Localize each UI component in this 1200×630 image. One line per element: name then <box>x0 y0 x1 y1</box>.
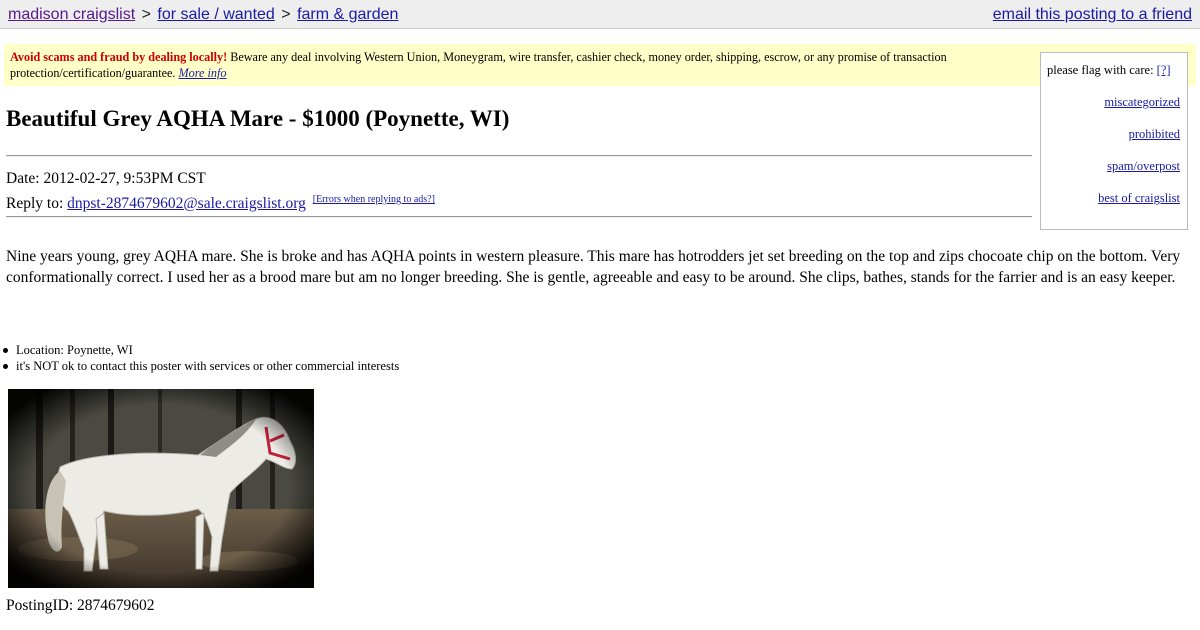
posting-notes: Location: Poynette, WI it's NOT ok to co… <box>3 342 400 374</box>
divider <box>6 216 1032 218</box>
email-posting-link[interactable]: email this posting to a friend <box>993 0 1192 29</box>
posting-id: PostingID: 2874679602 <box>6 597 155 614</box>
horse-photo-image <box>8 389 314 588</box>
flag-prohibited-link[interactable]: prohibited <box>1129 127 1180 141</box>
divider <box>6 155 1032 157</box>
breadcrumb: madison craigslist > for sale / wanted >… <box>8 0 398 29</box>
breadcrumb-separator: > <box>141 6 151 23</box>
posting-title: Beautiful Grey AQHA Mare - $1000 (Poynet… <box>6 106 510 131</box>
contact-policy-note: it's NOT ok to contact this poster with … <box>16 359 400 373</box>
scam-warning-heading: Avoid scams and fraud by dealing locally… <box>10 50 228 64</box>
top-nav-bar: madison craigslist > for sale / wanted >… <box>0 0 1200 29</box>
posting-date: Date: 2012-02-27, 9:53PM CST <box>6 170 206 187</box>
flag-best-of-link[interactable]: best of craigslist <box>1098 191 1180 205</box>
breadcrumb-separator: > <box>281 6 291 23</box>
scam-warning-notice: Avoid scams and fraud by dealing locally… <box>4 44 1196 86</box>
horse-photo[interactable] <box>8 389 314 588</box>
posting-meta: Date: 2012-02-27, 9:53PM CST Reply to: d… <box>6 168 435 214</box>
reply-email-link[interactable]: dnpst-2874679602@sale.craigslist.org <box>67 195 306 212</box>
more-info-link[interactable]: More info <box>179 66 227 80</box>
flag-miscategorized-link[interactable]: miscategorized <box>1104 95 1180 109</box>
list-item: it's NOT ok to contact this poster with … <box>3 358 400 374</box>
flag-help-link[interactable]: [?] <box>1157 63 1171 77</box>
reply-errors-link[interactable]: [Errors when replying to ads?] <box>313 194 435 205</box>
breadcrumb-site-link[interactable]: madison craigslist <box>8 6 135 23</box>
posting-body: Nine years young, grey AQHA mare. She is… <box>6 248 1181 286</box>
flag-label: please flag with care: <box>1047 63 1154 77</box>
flag-spam-link[interactable]: spam/overpost <box>1107 159 1180 173</box>
breadcrumb-subcategory-link[interactable]: farm & garden <box>297 6 398 23</box>
list-item: Location: Poynette, WI <box>3 342 399 358</box>
reply-label: Reply to: <box>6 195 64 212</box>
breadcrumb-category-link[interactable]: for sale / wanted <box>157 6 274 23</box>
flag-panel: please flag with care: [?] miscategorize… <box>1040 52 1188 230</box>
location-note: Location: Poynette, WI <box>16 343 133 357</box>
